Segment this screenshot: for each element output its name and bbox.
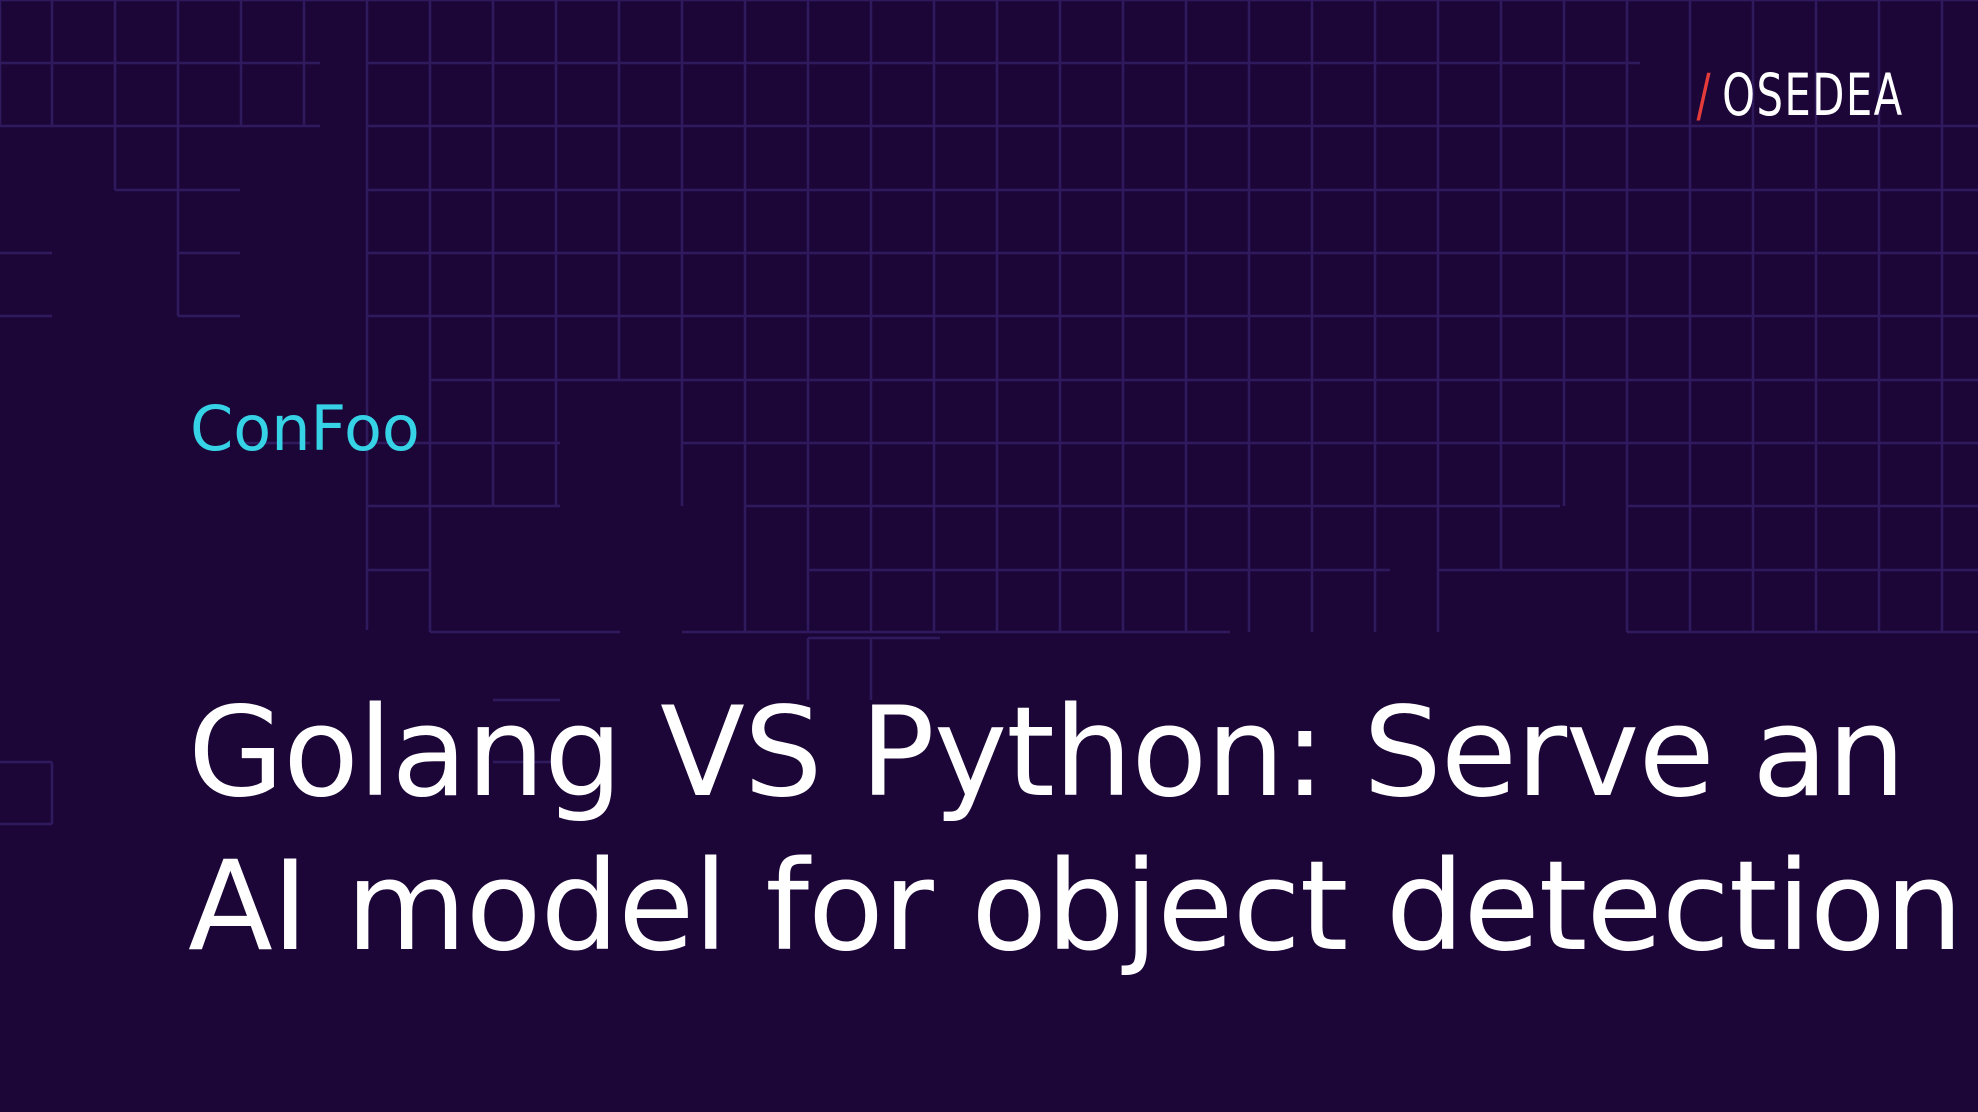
osedea-logo: / OSEDEA [1697, 60, 1904, 130]
talk-title: Golang VS Python: Serve an AI model for … [188, 676, 1963, 984]
logo-slash: / [1696, 61, 1713, 129]
logo-wordmark: OSEDEA [1722, 61, 1904, 129]
title-slide: / OSEDEA ConFoo Golang VS Python: Serve … [0, 0, 1978, 1112]
talk-title-line-1: Golang VS Python: Serve an [188, 681, 1906, 825]
event-name: ConFoo [190, 392, 420, 465]
talk-title-line-2: AI model for object detection [188, 835, 1963, 979]
